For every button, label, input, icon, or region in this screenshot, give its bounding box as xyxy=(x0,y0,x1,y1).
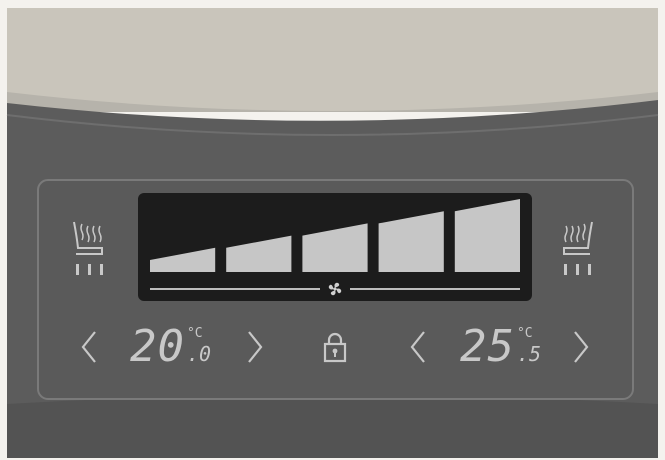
passenger-temp-decrease-button[interactable] xyxy=(405,326,431,368)
seat-heat-level-tick xyxy=(87,264,91,275)
driver-seat-heat-level xyxy=(75,264,103,275)
driver-temperature: 20 °C .0 xyxy=(130,322,211,372)
driver-temp-decrease-button[interactable] xyxy=(76,326,102,368)
seat-heat-level-tick xyxy=(99,264,103,275)
driver-temp-increase-button[interactable] xyxy=(242,326,268,368)
chevron-right-icon xyxy=(248,331,263,363)
chevron-right-icon xyxy=(574,331,589,363)
heated-seat-icon xyxy=(563,221,593,255)
passenger-temp-value: 25 xyxy=(460,321,515,372)
heated-seat-icon xyxy=(73,221,103,255)
chevron-left-icon xyxy=(410,331,425,363)
seat-heat-level-tick xyxy=(575,264,579,275)
passenger-temp-unit: °C xyxy=(516,326,533,341)
climate-control-view: 20 °C .0 25 °C .5 xyxy=(0,0,665,460)
driver-temp-decimal: .0 xyxy=(186,342,212,366)
lock-icon xyxy=(323,332,347,363)
passenger-temperature: 25 °C .5 xyxy=(460,322,541,372)
passenger-temp-decimal: .5 xyxy=(516,342,542,366)
climate-lock-button[interactable] xyxy=(316,326,354,368)
chevron-left-icon xyxy=(81,331,96,363)
driver-seat-heat-button[interactable] xyxy=(68,218,110,288)
seat-heat-level-tick xyxy=(563,264,567,275)
fan-speed-segment xyxy=(454,199,520,272)
driver-temp-unit: °C xyxy=(186,326,203,341)
seat-heat-level-tick xyxy=(587,264,591,275)
seat-heat-level-tick xyxy=(75,264,79,275)
fan-speed-display[interactable] xyxy=(138,193,532,301)
passenger-seat-heat-button[interactable] xyxy=(556,218,598,288)
driver-temp-value: 20 xyxy=(130,321,185,372)
passenger-seat-heat-level xyxy=(563,264,591,275)
passenger-temp-increase-button[interactable] xyxy=(568,326,594,368)
